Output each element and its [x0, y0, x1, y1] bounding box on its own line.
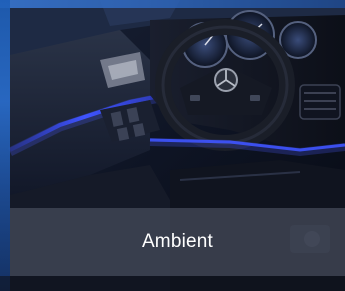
- tile-top-frame: [0, 0, 345, 8]
- bottom-strip: [0, 276, 345, 291]
- caption-bar: Ambient: [10, 208, 345, 276]
- tile-side-frame: [0, 0, 10, 291]
- tile-caption: Ambient: [141, 231, 214, 252]
- ambient-lighting-tile[interactable]: Ambient: [0, 0, 345, 291]
